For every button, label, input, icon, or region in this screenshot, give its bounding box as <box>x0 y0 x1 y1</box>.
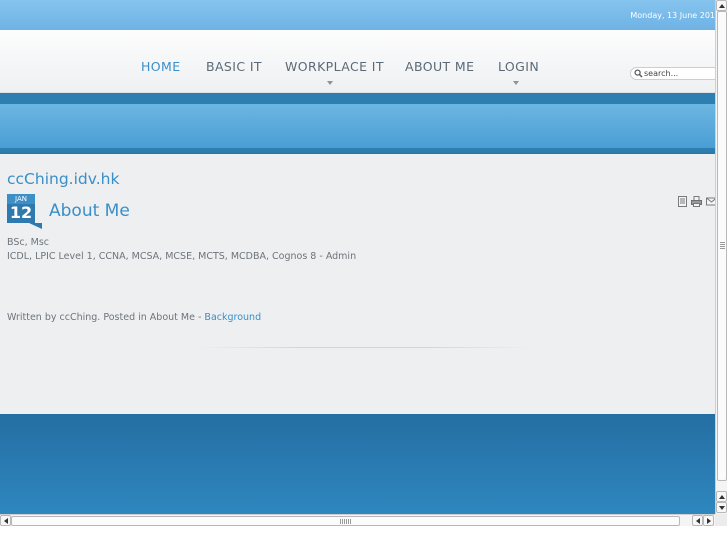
date-badge-month: JAN <box>15 195 27 203</box>
search-box <box>630 67 715 80</box>
nav-item-login[interactable]: LOGIN <box>498 59 539 74</box>
footer-band <box>0 414 715 514</box>
grip-icon <box>340 519 352 524</box>
article-line-certifications: ICDL, LPIC Level 1, CCNA, MCSA, MCSE, MC… <box>7 251 357 262</box>
divider <box>196 347 532 348</box>
date-badge: JAN 12 <box>7 194 42 229</box>
article-title[interactable]: About Me <box>49 201 130 221</box>
header-band <box>0 104 715 148</box>
scroll-up-button[interactable] <box>716 0 727 11</box>
arrow-up-icon <box>719 495 725 499</box>
scroll-left-button[interactable] <box>0 515 11 526</box>
email-icon[interactable] <box>706 196 715 207</box>
scrollbar-corner <box>715 514 727 526</box>
scroll-left-button-alt[interactable] <box>692 515 703 526</box>
scroll-down-button-alt[interactable] <box>716 491 727 502</box>
top-bar: Monday, 13 June 201 <box>0 0 715 30</box>
search-input[interactable] <box>644 68 715 79</box>
pdf-icon[interactable] <box>677 196 688 207</box>
scroll-right-button[interactable] <box>703 515 714 526</box>
category-link-background[interactable]: Background <box>204 312 261 323</box>
chevron-down-icon <box>327 81 333 85</box>
vertical-scroll-thumb[interactable] <box>717 11 727 481</box>
header-date: Monday, 13 June 201 <box>630 11 715 20</box>
browser-viewport: Monday, 13 June 201 HOME BASIC IT WORKPL… <box>0 0 715 514</box>
horizontal-scroll-thumb[interactable] <box>11 516 680 526</box>
arrow-left-icon <box>4 518 8 524</box>
arrow-up-icon <box>719 4 725 8</box>
vertical-scrollbar[interactable] <box>715 0 727 514</box>
grip-icon <box>720 242 725 250</box>
nav-item-about-me[interactable]: ABOUT ME <box>405 59 474 74</box>
search-icon <box>634 69 643 78</box>
arrow-right-icon <box>707 518 711 524</box>
nav-item-home[interactable]: HOME <box>141 59 181 74</box>
article-meta: Written by ccChing. Posted in About Me -… <box>7 312 261 323</box>
site-title[interactable]: ccChing.idv.hk <box>7 170 119 188</box>
article-tools <box>677 196 715 208</box>
nav-item-workplace-it[interactable]: WORKPLACE IT <box>285 59 384 74</box>
main-navigation: HOME BASIC IT WORKPLACE IT ABOUT ME LOGI… <box>0 30 715 93</box>
date-badge-day: 12 <box>9 203 33 222</box>
article-meta-text: Written by ccChing. Posted in About Me - <box>7 312 205 323</box>
nav-item-basic-it[interactable]: BASIC IT <box>206 59 262 74</box>
main-content: ccChing.idv.hk JAN 12 About Me BSc, Msc … <box>0 154 715 414</box>
print-icon[interactable] <box>691 196 702 207</box>
arrow-left-icon <box>696 518 700 524</box>
article-line-degrees: BSc, Msc <box>7 237 50 248</box>
arrow-down-icon <box>719 506 725 510</box>
horizontal-scrollbar[interactable] <box>0 514 715 526</box>
scroll-down-button[interactable] <box>716 502 727 513</box>
chevron-down-icon <box>513 81 519 85</box>
